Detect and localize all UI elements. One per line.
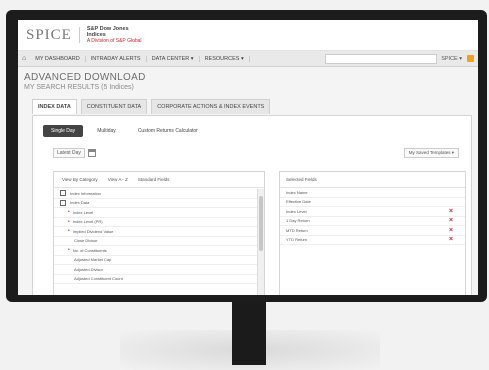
bullet-icon: • bbox=[68, 209, 70, 216]
page-subtitle[interactable]: MY SEARCH RESULTS (5 Indices) bbox=[24, 84, 134, 91]
selected-field[interactable]: Index Name bbox=[280, 188, 465, 198]
remove-icon[interactable]: × bbox=[449, 208, 453, 215]
nav-item-intraday-alerts[interactable]: INTRADAY ALERTS bbox=[86, 55, 147, 62]
selected-field[interactable]: 1 Day Return × bbox=[280, 217, 465, 226]
tree-item[interactable]: Adjusted Divisor bbox=[54, 265, 258, 275]
nav-item-dashboard[interactable]: MY DASHBOARD bbox=[30, 55, 86, 62]
screen: SPICE S&P Dow Jones Indices A Division o… bbox=[18, 20, 478, 295]
bullet-icon: • bbox=[68, 218, 70, 225]
main-panel: Single Day Multiday Custom Returns Calcu… bbox=[32, 115, 472, 295]
view-standard-fields[interactable]: Standard Fields bbox=[138, 177, 170, 182]
view-options: View By Category View A - Z Standard Fie… bbox=[54, 172, 264, 188]
selected-field-label: Effective Date bbox=[286, 199, 311, 205]
tab-index-data[interactable]: INDEX DATA bbox=[32, 99, 77, 114]
selected-field[interactable]: Effective Date bbox=[280, 198, 465, 207]
tree-item-label: Implied Dividend Value bbox=[72, 228, 114, 234]
tree-item[interactable]: Index Information bbox=[54, 189, 258, 199]
tree-item-label: Adjusted Divisor bbox=[74, 266, 103, 272]
spice-logo[interactable]: SPICE bbox=[26, 27, 72, 44]
tab-bar: INDEX DATA CONSTITUENT DATA CORPORATE AC… bbox=[32, 99, 271, 114]
tree-item[interactable]: • Index Level (PR) bbox=[54, 218, 258, 227]
bullet-icon: • bbox=[68, 247, 70, 254]
subtab-multiday[interactable]: Multiday bbox=[89, 125, 124, 137]
remove-icon[interactable]: × bbox=[449, 217, 453, 224]
tree-item-label: Index Information bbox=[70, 190, 101, 196]
page-title: ADVANCED DOWNLOAD bbox=[24, 72, 146, 83]
tree-item-label: Adjusted Constituent Count bbox=[74, 276, 123, 282]
tree-item-label: Index Data bbox=[70, 200, 90, 206]
nav-item-data-center[interactable]: DATA CENTER ▾ bbox=[147, 55, 200, 62]
main-nav: ⌂ MY DASHBOARD INTRADAY ALERTS DATA CENT… bbox=[18, 51, 478, 67]
tree-item[interactable]: • Index Level bbox=[54, 208, 258, 218]
selected-field[interactable]: Index Level × bbox=[280, 207, 465, 217]
selected-fields-box: Selected Fields Index Name Effective Dat… bbox=[279, 171, 466, 295]
selected-field-label: Index Level bbox=[286, 208, 307, 214]
subtab-single-day[interactable]: Single Day bbox=[43, 125, 84, 137]
view-a-z-label: View A - Z bbox=[107, 177, 128, 182]
remove-icon[interactable]: × bbox=[449, 227, 453, 234]
logo-divider bbox=[78, 27, 80, 43]
tree-item-label: No. of Constituents bbox=[72, 247, 107, 253]
available-fields-box: View By Category View A - Z Standard Fie… bbox=[53, 171, 265, 295]
selected-field-label: MTD Return bbox=[286, 227, 308, 233]
tree-item[interactable]: Adjusted Constituent Count bbox=[54, 275, 258, 284]
expand-box-icon[interactable] bbox=[60, 199, 66, 206]
selected-field-label: Index Name bbox=[286, 189, 308, 195]
selected-field[interactable]: MTD Return × bbox=[280, 226, 465, 236]
sp-logo: S&P Dow Jones Indices A Division of S&P … bbox=[87, 26, 142, 44]
calendar-icon[interactable] bbox=[87, 149, 96, 157]
subtab-custom-returns[interactable]: Custom Returns Calculator bbox=[130, 125, 206, 137]
user-dropdown[interactable]: SPICE ▾ bbox=[441, 56, 462, 62]
tree-item[interactable]: • No. of Constituents bbox=[54, 246, 258, 256]
tree-item[interactable]: • Implied Dividend Value bbox=[54, 227, 258, 237]
top-bar: SPICE S&P Dow Jones Indices A Division o… bbox=[18, 20, 478, 51]
expand-box-icon[interactable] bbox=[60, 190, 66, 197]
remove-icon[interactable]: × bbox=[449, 236, 453, 243]
nav-item-resources[interactable]: RESOURCES ▾ bbox=[200, 55, 250, 62]
tree-item[interactable]: Index Data bbox=[54, 199, 258, 208]
field-tree: Index Information Index Data • Index Leve… bbox=[54, 189, 258, 295]
home-icon[interactable]: ⌂ bbox=[22, 55, 26, 62]
saved-templates-label: My Saved Templates ▾ bbox=[408, 150, 454, 155]
bullet-icon: • bbox=[68, 228, 70, 235]
monitor-stand bbox=[232, 302, 266, 365]
subtab-bar: Single Day Multiday Custom Returns Calcu… bbox=[43, 125, 206, 137]
tree-item[interactable]: Adjusted Market Cap bbox=[54, 256, 258, 265]
view-by-category-label: View By Category bbox=[62, 177, 98, 182]
saved-templates-select[interactable]: My Saved Templates ▾ bbox=[403, 148, 459, 158]
date-picker: Latest Day bbox=[53, 148, 96, 158]
selected-field-label: 1 Day Return bbox=[286, 218, 310, 224]
tab-constituent-data[interactable]: CONSTITUENT DATA bbox=[80, 99, 148, 114]
view-a-z[interactable]: View A - Z bbox=[108, 177, 128, 182]
notification-icon[interactable] bbox=[467, 55, 474, 62]
monitor-bezel: SPICE S&P Dow Jones Indices A Division o… bbox=[6, 10, 487, 302]
tree-item[interactable]: Close Divisor bbox=[54, 237, 258, 246]
tree-item-label: Close Divisor bbox=[74, 238, 98, 244]
scrollbar-thumb[interactable] bbox=[259, 196, 263, 251]
tree-item-label: Index Level (PR) bbox=[72, 219, 103, 225]
selected-field[interactable]: YTD Return × bbox=[280, 236, 465, 245]
date-field[interactable]: Latest Day bbox=[53, 148, 85, 158]
sp-line3: A Division of S&P Global bbox=[86, 38, 142, 44]
selected-field-label: YTD Return bbox=[286, 237, 308, 243]
tab-corporate-actions[interactable]: CORPORATE ACTIONS & INDEX EVENTS bbox=[151, 99, 271, 114]
view-by-category[interactable]: View By Category bbox=[62, 177, 98, 182]
view-standard-label: Standard Fields bbox=[137, 177, 170, 182]
selected-fields-header: Selected Fields bbox=[280, 172, 465, 188]
tree-item-label: Index Level bbox=[72, 209, 94, 215]
tree-item-label: Adjusted Market Cap bbox=[74, 257, 112, 263]
search-input[interactable] bbox=[325, 53, 438, 64]
